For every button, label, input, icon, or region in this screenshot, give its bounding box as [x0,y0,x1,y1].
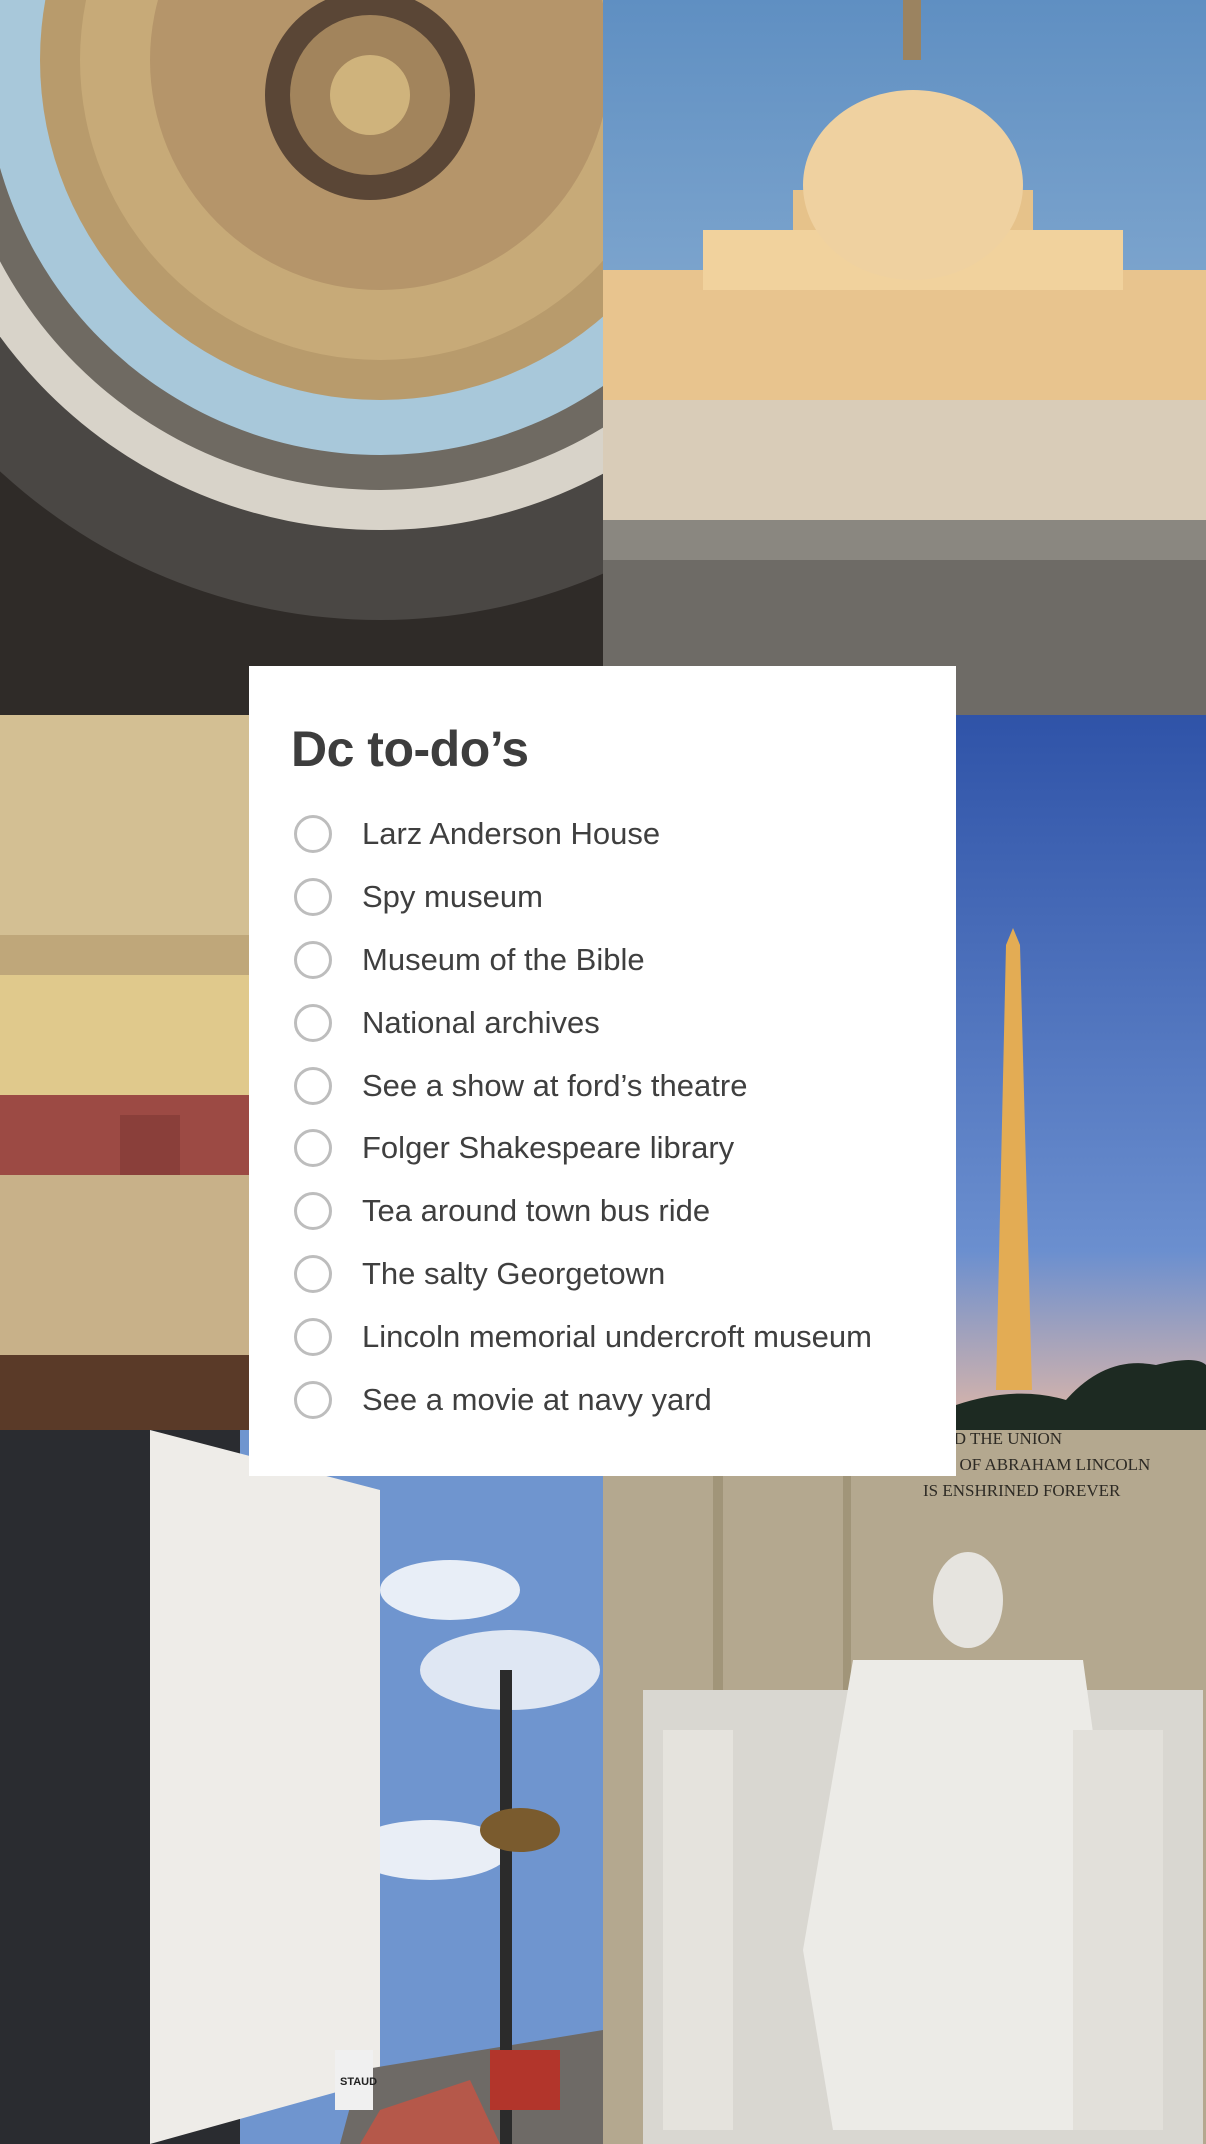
todo-item-label[interactable]: Museum of the Bible [362,942,645,978]
todo-item: See a movie at navy yard [294,1368,872,1431]
todo-item: National archives [294,991,872,1054]
checkbox-circle-icon[interactable] [294,878,332,917]
photo-library-of-congress [0,715,250,1430]
inscription-line-3: IS ENSHRINED FOREVER [923,1481,1121,1500]
checkbox-circle-icon[interactable] [294,815,332,854]
checkbox-circle-icon[interactable] [294,1254,332,1293]
todo-item: The salty Georgetown [294,1243,872,1306]
todo-item-label[interactable]: See a show at ford’s theatre [362,1068,747,1104]
todo-item-label[interactable]: National archives [362,1005,600,1041]
todo-item: Larz Anderson House [294,803,872,866]
checkbox-circle-icon[interactable] [294,1129,332,1168]
todo-list: Larz Anderson House Spy museum Museum of… [294,803,872,1431]
photo-georgetown-street: STAUD [0,1430,603,2144]
todo-item-label[interactable]: See a movie at navy yard [362,1382,712,1418]
todo-item-label[interactable]: Spy museum [362,879,543,915]
todo-note-card: Dc to-do’s Larz Anderson House Spy museu… [249,666,956,1476]
todo-item-label[interactable]: The salty Georgetown [362,1256,665,1292]
note-title[interactable]: Dc to-do’s [291,720,529,778]
todo-item: Folger Shakespeare library [294,1117,872,1180]
todo-item-label[interactable]: Larz Anderson House [362,816,660,852]
photo-lincoln-memorial: OM HE SAVED THE UNION THE MEMORY OF ABRA… [603,1430,1206,2144]
photo-us-capitol [603,0,1206,715]
photo-capitol-rotunda [0,0,603,715]
checkbox-circle-icon[interactable] [294,1003,332,1042]
todo-item-label[interactable]: Lincoln memorial undercroft museum [362,1319,872,1355]
checkbox-circle-icon[interactable] [294,1066,332,1105]
todo-item-label[interactable]: Tea around town bus ride [362,1193,710,1229]
checkbox-circle-icon[interactable] [294,940,332,979]
checkbox-circle-icon[interactable] [294,1317,332,1356]
todo-item-label[interactable]: Folger Shakespeare library [362,1130,734,1166]
photo-washington-monument [956,715,1206,1430]
todo-item: See a show at ford’s theatre [294,1054,872,1117]
todo-item: Spy museum [294,866,872,929]
todo-item: Tea around town bus ride [294,1180,872,1243]
todo-item: Lincoln memorial undercroft museum [294,1305,872,1368]
shop-sign-text: STAUD [340,2076,377,2088]
checkbox-circle-icon[interactable] [294,1192,332,1231]
todo-item: Museum of the Bible [294,929,872,992]
checkbox-circle-icon[interactable] [294,1380,332,1419]
